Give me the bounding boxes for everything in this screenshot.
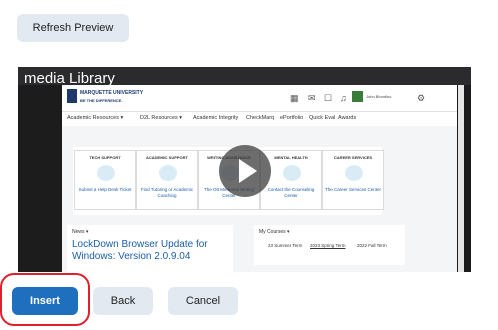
university-logo: MARQUETTE UNIVERSITY BE THE DIFFERENCE. <box>67 89 143 106</box>
card-tech-support: TECH SUPPORT Submit a Help Desk Ticket <box>74 150 136 210</box>
lightbulb-icon <box>159 165 177 181</box>
gear-icon: ⚙ <box>417 93 426 103</box>
news-widget: News ▾ LockDown Browser Update for Windo… <box>67 225 233 272</box>
card-title: TECH SUPPORT <box>89 155 121 160</box>
course-nav: Academic Resources ▾ D2L Resources ▾ Aca… <box>62 112 457 126</box>
card-academic-support: ACADEMIC SUPPORT Find Tutoring or Academ… <box>136 150 198 210</box>
nav-item: D2L Resources ▾ <box>140 115 182 121</box>
help-icon <box>97 165 115 181</box>
cancel-button[interactable]: Cancel <box>168 287 238 315</box>
mail-icon: ✉ <box>308 93 316 103</box>
term-tab: 2023 Spring Term <box>310 243 346 248</box>
card-link: The Career Services Center <box>324 187 382 192</box>
handshake-icon <box>345 165 363 181</box>
play-icon <box>239 159 257 183</box>
video-title: media Library <box>24 70 115 87</box>
nav-item: Quick Eval <box>309 115 336 121</box>
nav-item: Awards <box>338 115 357 121</box>
chat-icon: ☐ <box>324 93 333 103</box>
page-header: MARQUETTE UNIVERSITY BE THE DIFFERENCE. … <box>62 85 457 112</box>
refresh-preview-button[interactable]: Refresh Preview <box>17 14 129 42</box>
card-link: Find Tutoring or Academic Coaching <box>140 187 194 198</box>
logo-line1: MARQUETTE UNIVERSITY <box>80 90 144 96</box>
people-icon <box>283 165 301 181</box>
news-headline: LockDown Browser Update for Windows: Ver… <box>72 239 208 262</box>
video-preview[interactable]: MARQUETTE UNIVERSITY BE THE DIFFERENCE. … <box>18 67 471 272</box>
nav-item: Academic Integrity <box>193 115 239 121</box>
courses-widget: My Courses ▾ 23 Summer Term 2023 Spring … <box>254 225 405 265</box>
card-link: Contact the Counseling Center <box>267 187 315 198</box>
term-tab: 2022 Fall Term <box>357 243 387 248</box>
nav-item: ePortfolio <box>280 115 304 121</box>
nav-item: Academic Resources ▾ <box>67 115 124 121</box>
highlight-annotation <box>0 273 90 326</box>
avatar <box>352 91 363 102</box>
card-link: Submit a Help Desk Ticket <box>78 187 132 192</box>
news-label: News ▾ <box>72 229 89 235</box>
card-title: CAREER SERVICES <box>333 155 373 160</box>
courses-label: My Courses ▾ <box>259 229 290 235</box>
logo-line2: BE THE DIFFERENCE. <box>80 98 123 103</box>
back-button[interactable]: Back <box>93 287 153 315</box>
card-title: MENTAL HEALTH <box>274 155 308 160</box>
play-button[interactable] <box>219 145 271 197</box>
card-title: ACADEMIC SUPPORT <box>145 155 188 160</box>
bell-icon: ♫ <box>340 93 347 103</box>
card-career-services: CAREER SERVICES The Career Services Cent… <box>322 150 384 210</box>
term-tab: 23 Summer Term <box>268 243 303 248</box>
scrollbar[interactable] <box>458 85 464 272</box>
grid-icon: ▦ <box>290 93 299 103</box>
nav-item: CheckMarq <box>246 115 275 121</box>
user-name: John Blondino <box>366 94 392 99</box>
